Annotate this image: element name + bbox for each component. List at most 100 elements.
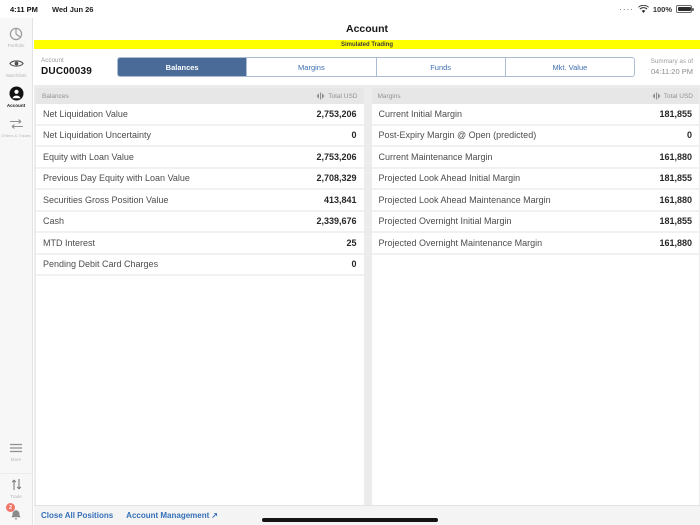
- balances-panel: Balances Total USD Net Liquidation Value…: [36, 88, 364, 505]
- balance-row: MTD Interest 25: [36, 233, 364, 255]
- margin-row: Projected Look Ahead Maintenance Margin …: [372, 190, 700, 212]
- row-value: 161,880: [659, 238, 692, 248]
- row-value: 161,880: [659, 195, 692, 205]
- row-label: Projected Look Ahead Maintenance Margin: [379, 195, 551, 205]
- balance-row: Net Liquidation Uncertainty 0: [36, 126, 364, 148]
- margins-panel-header: Margins Total USD: [372, 88, 700, 104]
- person-icon: [9, 86, 24, 101]
- notifications-bell-button[interactable]: 2: [10, 509, 22, 521]
- row-label: Net Liquidation Uncertainty: [43, 130, 151, 140]
- banner-text: Simulated Trading: [341, 42, 393, 48]
- account-label: Account: [41, 57, 117, 64]
- home-indicator[interactable]: [262, 518, 438, 523]
- row-label: Pending Debit Card Charges: [43, 259, 158, 269]
- panel-unit-label: Total USD: [328, 93, 357, 100]
- row-value: 181,855: [659, 109, 692, 119]
- row-label: Projected Look Ahead Initial Margin: [379, 173, 521, 183]
- footer-bar: Close All Positions Account Management ↗: [34, 505, 700, 525]
- row-label: Cash: [43, 216, 64, 226]
- margin-row: Projected Overnight Initial Margin 181,8…: [372, 212, 700, 234]
- margins-panel: Margins Total USD Current Initial Margin…: [372, 88, 700, 505]
- simulated-trading-banner: Simulated Trading: [34, 40, 700, 49]
- sidebar-item-label: Watchlists: [6, 73, 27, 78]
- status-bar: 4:11 PM Wed Jun 26 ···· 100%: [0, 0, 700, 18]
- row-label: Previous Day Equity with Loan Value: [43, 173, 190, 183]
- sidebar-nav: Portfolio Watchlists Account Orders & Tr…: [0, 18, 33, 525]
- swap-currency-icon: [652, 92, 661, 100]
- balance-row: Previous Day Equity with Loan Value 2,70…: [36, 169, 364, 191]
- row-label: Projected Overnight Initial Margin: [379, 216, 512, 226]
- sidebar-item-label: More: [11, 457, 21, 462]
- row-value: 0: [351, 130, 356, 140]
- row-label: Current Maintenance Margin: [379, 152, 493, 162]
- balance-row: Equity with Loan Value 2,753,206: [36, 147, 364, 169]
- panel-title: Margins: [378, 93, 401, 100]
- margin-row: Current Maintenance Margin 161,880: [372, 147, 700, 169]
- row-label: Net Liquidation Value: [43, 109, 128, 119]
- status-date: Wed Jun 26: [52, 5, 94, 14]
- link-label: Close All Positions: [41, 511, 113, 520]
- sidebar-item-label: Account: [7, 103, 25, 108]
- page-title: Account: [346, 23, 388, 35]
- row-value: 181,855: [659, 216, 692, 226]
- tab-mkt-value[interactable]: Mkt. Value: [506, 58, 634, 76]
- notification-badge: 2: [6, 503, 15, 512]
- summary-time: 04:11:20 PM: [635, 67, 693, 76]
- close-all-positions-link[interactable]: Close All Positions: [41, 511, 113, 520]
- sidebar-item-label: Trade: [10, 494, 22, 499]
- row-value: 2,708,329: [316, 173, 356, 183]
- tab-margins[interactable]: Margins: [247, 58, 376, 76]
- balances-list[interactable]: Net Liquidation Value 2,753,206 Net Liqu…: [36, 104, 364, 505]
- panel-unit-label: Total USD: [664, 93, 693, 100]
- external-link-icon: ↗: [211, 511, 218, 520]
- row-value: 181,855: [659, 173, 692, 183]
- balance-row: Securities Gross Position Value 413,841: [36, 190, 364, 212]
- swap-arrows-icon: [9, 116, 24, 131]
- account-management-link[interactable]: Account Management ↗: [126, 511, 218, 520]
- currency-toggle[interactable]: Total USD: [652, 92, 693, 100]
- main-area: Account Simulated Trading Account DUC000…: [34, 18, 700, 525]
- app-header: Account: [34, 18, 700, 40]
- sidebar-item-portfolio[interactable]: Portfolio: [0, 26, 33, 48]
- row-label: MTD Interest: [43, 238, 95, 248]
- ipad-screen: 4:11 PM Wed Jun 26 ···· 100% Portfolio W…: [0, 0, 700, 525]
- sidebar-item-label: Portfolio: [8, 43, 25, 48]
- balances-panel-header: Balances Total USD: [36, 88, 364, 104]
- link-label: Account Management: [126, 511, 209, 520]
- sidebar-item-account[interactable]: Account: [0, 86, 33, 108]
- margin-row: Projected Look Ahead Initial Margin 181,…: [372, 169, 700, 191]
- cellular-signal-icon: ····: [619, 5, 634, 14]
- row-value: 2,753,206: [316, 152, 356, 162]
- tab-balances[interactable]: Balances: [118, 58, 247, 76]
- margin-row: Post-Expiry Margin @ Open (predicted) 0: [372, 126, 700, 148]
- row-label: Post-Expiry Margin @ Open (predicted): [379, 130, 537, 140]
- balance-row: Pending Debit Card Charges 0: [36, 255, 364, 277]
- account-id[interactable]: DUC00039: [41, 66, 117, 77]
- row-value: 0: [687, 130, 692, 140]
- panel-title: Balances: [42, 93, 69, 100]
- pie-chart-icon: [9, 26, 24, 41]
- summary-as-of-label: Summary as of: [635, 58, 693, 65]
- balance-row: Cash 2,339,676: [36, 212, 364, 234]
- sidebar-item-orders-trades[interactable]: Orders & Trades: [0, 116, 33, 138]
- row-value: 161,880: [659, 152, 692, 162]
- sidebar-item-watchlists[interactable]: Watchlists: [0, 56, 33, 78]
- sidebar-item-label: Orders & Trades: [1, 133, 30, 138]
- wifi-icon: [638, 5, 649, 14]
- tab-funds[interactable]: Funds: [377, 58, 506, 76]
- row-value: 0: [351, 259, 356, 269]
- status-time: 4:11 PM: [10, 5, 38, 14]
- row-label: Equity with Loan Value: [43, 152, 134, 162]
- sidebar-item-trade[interactable]: Trade: [0, 477, 33, 499]
- eye-icon: [9, 56, 24, 71]
- row-value: 413,841: [324, 195, 357, 205]
- hamburger-icon: [9, 440, 24, 455]
- battery-percent: 100%: [653, 5, 672, 14]
- margins-list[interactable]: Current Initial Margin 181,855 Post-Expi…: [372, 104, 700, 505]
- account-bar: Account DUC00039 Balances Margins Funds …: [34, 49, 700, 85]
- margin-row: Current Initial Margin 181,855: [372, 104, 700, 126]
- margin-row: Projected Overnight Maintenance Margin 1…: [372, 233, 700, 255]
- content-area: Balances Total USD Net Liquidation Value…: [34, 85, 700, 505]
- sidebar-item-more[interactable]: More: [0, 440, 33, 462]
- currency-toggle[interactable]: Total USD: [316, 92, 357, 100]
